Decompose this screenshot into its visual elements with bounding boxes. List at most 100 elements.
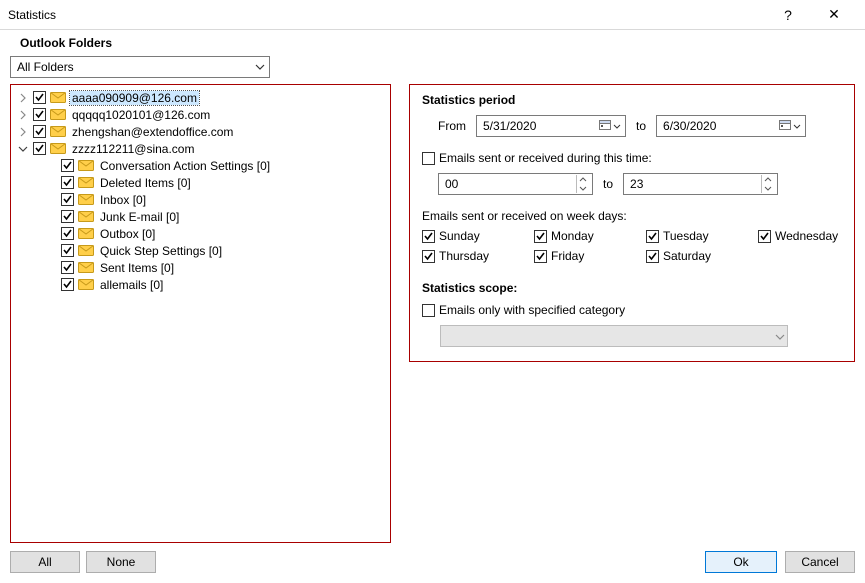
outlook-folders-heading: Outlook Folders: [10, 30, 855, 54]
weekday-label: Thursday: [439, 249, 489, 263]
spin-down-icon[interactable]: [761, 184, 773, 193]
time-to-value: 23: [630, 177, 643, 191]
weekdays-label: Emails sent or received on week days:: [422, 209, 842, 223]
to-label: to: [636, 119, 646, 133]
weekday-label: Monday: [551, 229, 594, 243]
weekday-checkbox[interactable]: [646, 250, 659, 263]
folder-checkbox[interactable]: [33, 108, 46, 121]
mail-folder-icon: [78, 278, 94, 291]
expand-icon[interactable]: [17, 92, 29, 104]
tree-account-label: zzzz112211@sina.com: [70, 142, 196, 156]
chevron-down-icon: [255, 64, 265, 70]
folder-checkbox[interactable]: [61, 278, 74, 291]
mail-folder-icon: [50, 142, 66, 155]
tree-folder-label: Quick Step Settings [0]: [98, 244, 224, 258]
mail-folder-icon: [78, 244, 94, 257]
expand-icon[interactable]: [17, 126, 29, 138]
tree-account-row[interactable]: qqqqq1020101@126.com: [15, 106, 386, 123]
category-combo[interactable]: [440, 325, 788, 347]
date-from-input[interactable]: 5/31/2020: [476, 115, 626, 137]
time-to-input[interactable]: 23: [623, 173, 778, 195]
mail-folder-icon: [78, 227, 94, 240]
weekday-sunday-checkbox[interactable]: Sunday: [422, 229, 506, 243]
tree-account-row[interactable]: aaaa090909@126.com: [15, 89, 386, 106]
folder-checkbox[interactable]: [61, 227, 74, 240]
category-filter-checkbox[interactable]: Emails only with specified category: [422, 303, 625, 317]
time-from-input[interactable]: 00: [438, 173, 593, 195]
tree-folder-row[interactable]: Quick Step Settings [0]: [43, 242, 386, 259]
weekday-label: Sunday: [439, 229, 480, 243]
tree-folder-row[interactable]: Inbox [0]: [43, 191, 386, 208]
help-button[interactable]: ?: [765, 0, 811, 30]
none-button[interactable]: None: [86, 551, 156, 573]
close-button[interactable]: ✕: [811, 0, 857, 30]
date-from-value: 5/31/2020: [483, 119, 536, 133]
folder-tree[interactable]: aaaa090909@126.com qqqqq1020101@126.com zh…: [10, 84, 391, 543]
folder-checkbox[interactable]: [61, 210, 74, 223]
folder-checkbox[interactable]: [61, 176, 74, 189]
cancel-button[interactable]: Cancel: [785, 551, 855, 573]
tree-folder-label: Outbox [0]: [98, 227, 157, 241]
weekday-checkbox[interactable]: [534, 230, 547, 243]
tree-folder-row[interactable]: Deleted Items [0]: [43, 174, 386, 191]
weekday-wednesday-checkbox[interactable]: Wednesday: [758, 229, 842, 243]
mail-folder-icon: [50, 108, 66, 121]
weekday-saturday-checkbox[interactable]: Saturday: [646, 249, 730, 263]
weekday-label: Friday: [551, 249, 584, 263]
close-icon: ✕: [828, 6, 840, 23]
calendar-icon: [599, 119, 611, 134]
tree-folder-label: Sent Items [0]: [98, 261, 176, 275]
tree-folder-row[interactable]: Junk E-mail [0]: [43, 208, 386, 225]
statistics-scope-heading: Statistics scope:: [422, 281, 842, 295]
folder-checkbox[interactable]: [61, 193, 74, 206]
weekday-checkbox[interactable]: [534, 250, 547, 263]
tree-folder-row[interactable]: allemails [0]: [43, 276, 386, 293]
tree-folder-label: Inbox [0]: [98, 193, 148, 207]
ok-button[interactable]: Ok: [705, 551, 777, 573]
expand-icon[interactable]: [17, 109, 29, 121]
collapse-icon[interactable]: [17, 143, 29, 155]
weekday-checkbox[interactable]: [758, 230, 771, 243]
folder-checkbox[interactable]: [61, 261, 74, 274]
tree-account-row[interactable]: zhengshan@extendoffice.com: [15, 123, 386, 140]
weekday-checkbox[interactable]: [422, 230, 435, 243]
folder-checkbox[interactable]: [61, 244, 74, 257]
tree-folder-row[interactable]: Conversation Action Settings [0]: [43, 157, 386, 174]
spin-down-icon[interactable]: [576, 184, 588, 193]
folder-dropdown-value: All Folders: [17, 60, 74, 74]
tree-account-label: qqqqq1020101@126.com: [70, 108, 212, 122]
weekday-monday-checkbox[interactable]: Monday: [534, 229, 618, 243]
tree-folder-label: Conversation Action Settings [0]: [98, 159, 272, 173]
all-button[interactable]: All: [10, 551, 80, 573]
spin-up-icon[interactable]: [761, 175, 773, 184]
mail-folder-icon: [78, 193, 94, 206]
weekday-friday-checkbox[interactable]: Friday: [534, 249, 618, 263]
tree-account-label: aaaa090909@126.com: [70, 91, 199, 105]
time-from-value: 00: [445, 177, 458, 191]
date-to-value: 6/30/2020: [663, 119, 716, 133]
weekday-thursday-checkbox[interactable]: Thursday: [422, 249, 506, 263]
time-filter-label: Emails sent or received during this time…: [439, 151, 652, 165]
weekday-label: Tuesday: [663, 229, 709, 243]
folder-dropdown[interactable]: All Folders: [10, 56, 270, 78]
spin-up-icon[interactable]: [576, 175, 588, 184]
mail-folder-icon: [50, 125, 66, 138]
folder-checkbox[interactable]: [33, 91, 46, 104]
date-to-input[interactable]: 6/30/2020: [656, 115, 806, 137]
time-filter-checkbox[interactable]: Emails sent or received during this time…: [422, 151, 652, 165]
tree-folder-label: allemails [0]: [98, 278, 165, 292]
category-filter-label: Emails only with specified category: [439, 303, 625, 317]
weekday-label: Wednesday: [775, 229, 838, 243]
weekday-tuesday-checkbox[interactable]: Tuesday: [646, 229, 730, 243]
folder-checkbox[interactable]: [33, 125, 46, 138]
tree-account-row[interactable]: zzzz112211@sina.com: [15, 140, 386, 157]
statistics-period-heading: Statistics period: [422, 93, 842, 107]
weekday-checkbox[interactable]: [646, 230, 659, 243]
tree-account-label: zhengshan@extendoffice.com: [70, 125, 235, 139]
folder-checkbox[interactable]: [33, 142, 46, 155]
mail-folder-icon: [78, 210, 94, 223]
folder-checkbox[interactable]: [61, 159, 74, 172]
weekday-checkbox[interactable]: [422, 250, 435, 263]
tree-folder-row[interactable]: Outbox [0]: [43, 225, 386, 242]
tree-folder-row[interactable]: Sent Items [0]: [43, 259, 386, 276]
